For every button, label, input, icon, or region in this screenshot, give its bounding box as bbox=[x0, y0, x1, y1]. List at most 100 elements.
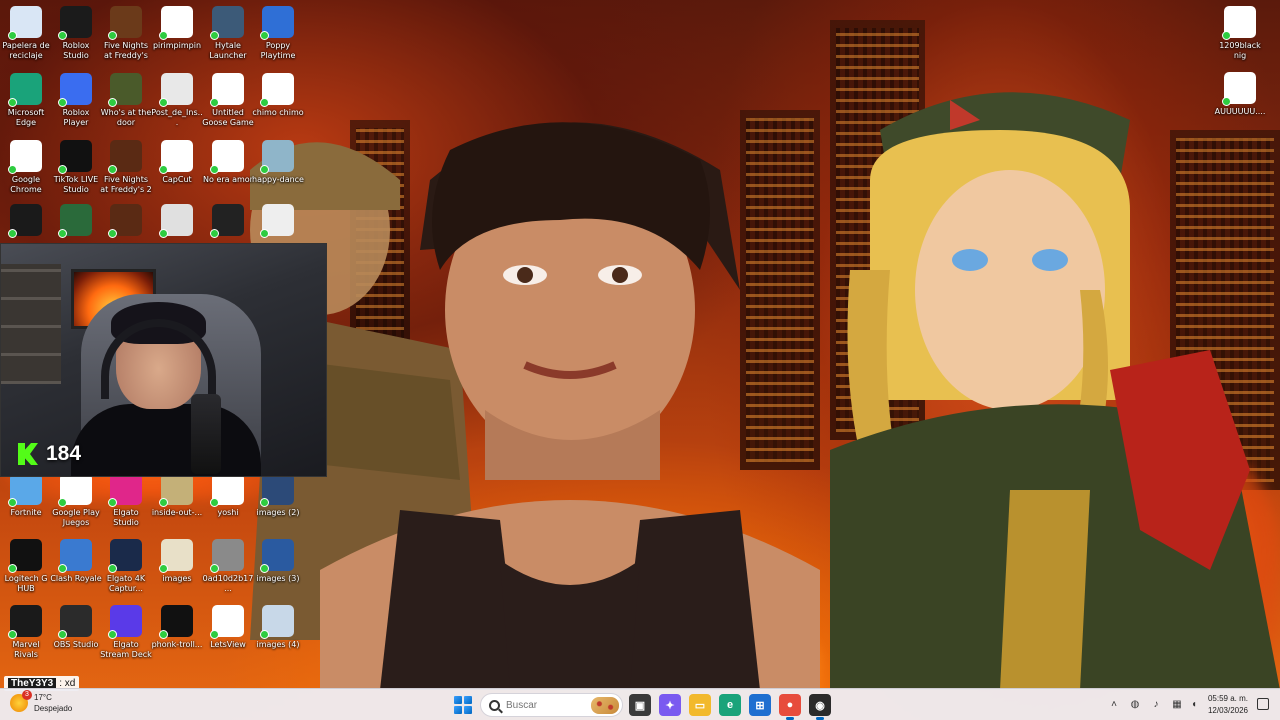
desktop-icon[interactable]: phonk-troll... bbox=[151, 605, 203, 650]
sync-check-icon bbox=[210, 564, 219, 573]
desktop-icon[interactable]: Roblox Studio bbox=[50, 6, 102, 61]
desktop-icon[interactable]: No era amor bbox=[202, 140, 254, 185]
desktop-icon[interactable]: 0ad10d2b17... bbox=[202, 539, 254, 594]
desktop-icon[interactable] bbox=[50, 204, 102, 239]
notification-bell-icon[interactable] bbox=[1257, 698, 1269, 710]
desktop-icon[interactable]: chimo chimo bbox=[252, 73, 304, 118]
search-input[interactable] bbox=[506, 699, 576, 711]
man-figure bbox=[320, 122, 820, 690]
file-icon bbox=[159, 73, 193, 107]
start-button[interactable] bbox=[454, 696, 472, 714]
store-icon[interactable]: ⊞ bbox=[749, 694, 771, 716]
desktop-icon[interactable]: images bbox=[151, 539, 203, 584]
sync-check-icon bbox=[210, 165, 219, 174]
windows-logo-tile bbox=[464, 696, 472, 704]
desktop-icon[interactable]: yoshi bbox=[202, 473, 254, 518]
search-icon bbox=[489, 699, 500, 711]
tray-network-icon[interactable]: ▦ bbox=[1169, 696, 1185, 712]
obs-icon[interactable]: ◉ bbox=[809, 694, 831, 720]
sync-check-icon bbox=[58, 498, 67, 507]
desktop-icon-label: Five Nights at Freddy's bbox=[103, 41, 149, 60]
search-highlight-pizza-icon[interactable] bbox=[591, 697, 619, 714]
desktop-icon[interactable]: Marvel Rivals bbox=[0, 605, 52, 660]
desktop-icon[interactable]: Papelera de reciclaje bbox=[0, 6, 52, 61]
desktop-icon[interactable]: happy-dance bbox=[252, 140, 304, 185]
sync-check-icon bbox=[108, 165, 117, 174]
sync-check-icon bbox=[210, 630, 219, 639]
desktop-icon[interactable] bbox=[100, 204, 152, 239]
image-file-icon bbox=[159, 605, 193, 639]
image-file-icon bbox=[260, 605, 294, 639]
desktop-icon[interactable]: Post_de_Ins... bbox=[151, 73, 203, 128]
desktop-icon[interactable]: pirimpimpin bbox=[151, 6, 203, 51]
chrome-icon[interactable]: ● bbox=[779, 694, 801, 720]
desktop-icon[interactable]: Five Nights at Freddy's bbox=[100, 6, 152, 61]
folder-icon[interactable]: ▭ bbox=[689, 694, 711, 716]
video-file-icon bbox=[1222, 6, 1256, 40]
windows-logo-tile bbox=[454, 696, 462, 704]
desktop-icon[interactable] bbox=[202, 204, 254, 239]
desktop-icon[interactable] bbox=[151, 204, 203, 239]
weather-sun-icon: 3 bbox=[10, 690, 32, 712]
image-file-icon bbox=[260, 473, 294, 507]
desktop-icon[interactable]: inside-out-... bbox=[151, 473, 203, 518]
desktop-icon[interactable]: OBS Studio bbox=[50, 605, 102, 650]
hytale-icon bbox=[210, 6, 244, 40]
elgato-4k-icon bbox=[108, 539, 142, 573]
desktop-icon[interactable]: TikTok LIVE Studio bbox=[50, 140, 102, 195]
desktop-icon-label: OBS Studio bbox=[53, 640, 99, 649]
logitech-icon bbox=[8, 539, 42, 573]
stream-deck-icon bbox=[108, 605, 142, 639]
desktop-icon[interactable]: AUUUUUU.... bbox=[1214, 72, 1266, 117]
desktop-icon[interactable]: Elgato Studio bbox=[100, 473, 152, 528]
desktop-icon[interactable]: Five Nights at Freddy's 2 bbox=[100, 140, 152, 195]
tray-microphone-icon[interactable]: ♪ bbox=[1148, 696, 1164, 712]
woman-figure bbox=[830, 92, 1280, 690]
desktop-icon[interactable]: Who's at the door bbox=[100, 73, 152, 128]
desktop-icon-label: Logitech G HUB bbox=[4, 574, 48, 593]
desktop-icon-label: Post_de_Ins... bbox=[151, 108, 203, 127]
desktop-icon-label: 1209black nig bbox=[1219, 41, 1261, 60]
task-view-icon[interactable]: ▣ bbox=[629, 694, 651, 716]
desktop-icon[interactable]: Poppy Playtime bbox=[252, 6, 304, 61]
tray-app-icon[interactable]: ◍ bbox=[1127, 696, 1143, 712]
desktop-icon[interactable] bbox=[252, 204, 304, 239]
edge-icon[interactable]: e bbox=[719, 694, 741, 716]
taskbar-clock[interactable]: 05:59 a. m. 12/03/2026 bbox=[1200, 693, 1248, 717]
image-file-icon bbox=[260, 204, 294, 238]
file-icon bbox=[159, 6, 193, 40]
desktop-icon[interactable]: Elgato 4K Captur... bbox=[100, 539, 152, 594]
desktop-icon[interactable]: Google Play Juegos bbox=[50, 473, 102, 528]
sync-check-icon bbox=[8, 564, 17, 573]
tray-overflow-chevron-icon[interactable]: ˄ bbox=[1106, 696, 1122, 712]
desktop-icon-label: No era amor bbox=[203, 175, 253, 184]
fortnite-icon bbox=[8, 473, 42, 507]
desktop-icon-label: images (4) bbox=[256, 640, 300, 649]
desktop-icon[interactable]: CapCut bbox=[151, 140, 203, 185]
desktop-icon[interactable]: Elgato Stream Deck bbox=[100, 605, 152, 660]
desktop-icon[interactable]: images (2) bbox=[252, 473, 304, 518]
desktop-icon[interactable] bbox=[0, 204, 52, 239]
copilot-icon[interactable]: ✦ bbox=[659, 694, 681, 716]
marvel-rivals-icon bbox=[8, 605, 42, 639]
desktop-icon[interactable]: Fortnite bbox=[0, 473, 52, 518]
weather-alert-badge: 3 bbox=[22, 690, 32, 700]
desktop-icon[interactable]: LetsView bbox=[202, 605, 254, 650]
sync-check-icon bbox=[58, 165, 67, 174]
desktop-icon[interactable]: Logitech G HUB bbox=[0, 539, 52, 594]
desktop-icon[interactable]: Google Chrome bbox=[0, 140, 52, 195]
desktop-icon[interactable]: Untitled Goose Game bbox=[202, 73, 254, 128]
desktop-icon[interactable]: Microsoft Edge bbox=[0, 73, 52, 128]
desktop-icon[interactable]: Roblox Player bbox=[50, 73, 102, 128]
desktop-icon[interactable]: images (3) bbox=[252, 539, 304, 584]
taskbar-search[interactable] bbox=[480, 693, 623, 717]
image-file-icon bbox=[210, 539, 244, 573]
desktop-icon[interactable]: images (4) bbox=[252, 605, 304, 650]
desktop-icon[interactable]: Hytale Launcher bbox=[202, 6, 254, 61]
sync-check-icon bbox=[260, 98, 269, 107]
video-file-icon bbox=[210, 140, 244, 174]
desktop-icon[interactable]: Clash Royale bbox=[50, 539, 102, 584]
video-file-icon bbox=[260, 73, 294, 107]
weather-widget[interactable]: 3 17°C Despejado bbox=[10, 690, 72, 714]
desktop-icon[interactable]: 1209black nig bbox=[1214, 6, 1266, 61]
